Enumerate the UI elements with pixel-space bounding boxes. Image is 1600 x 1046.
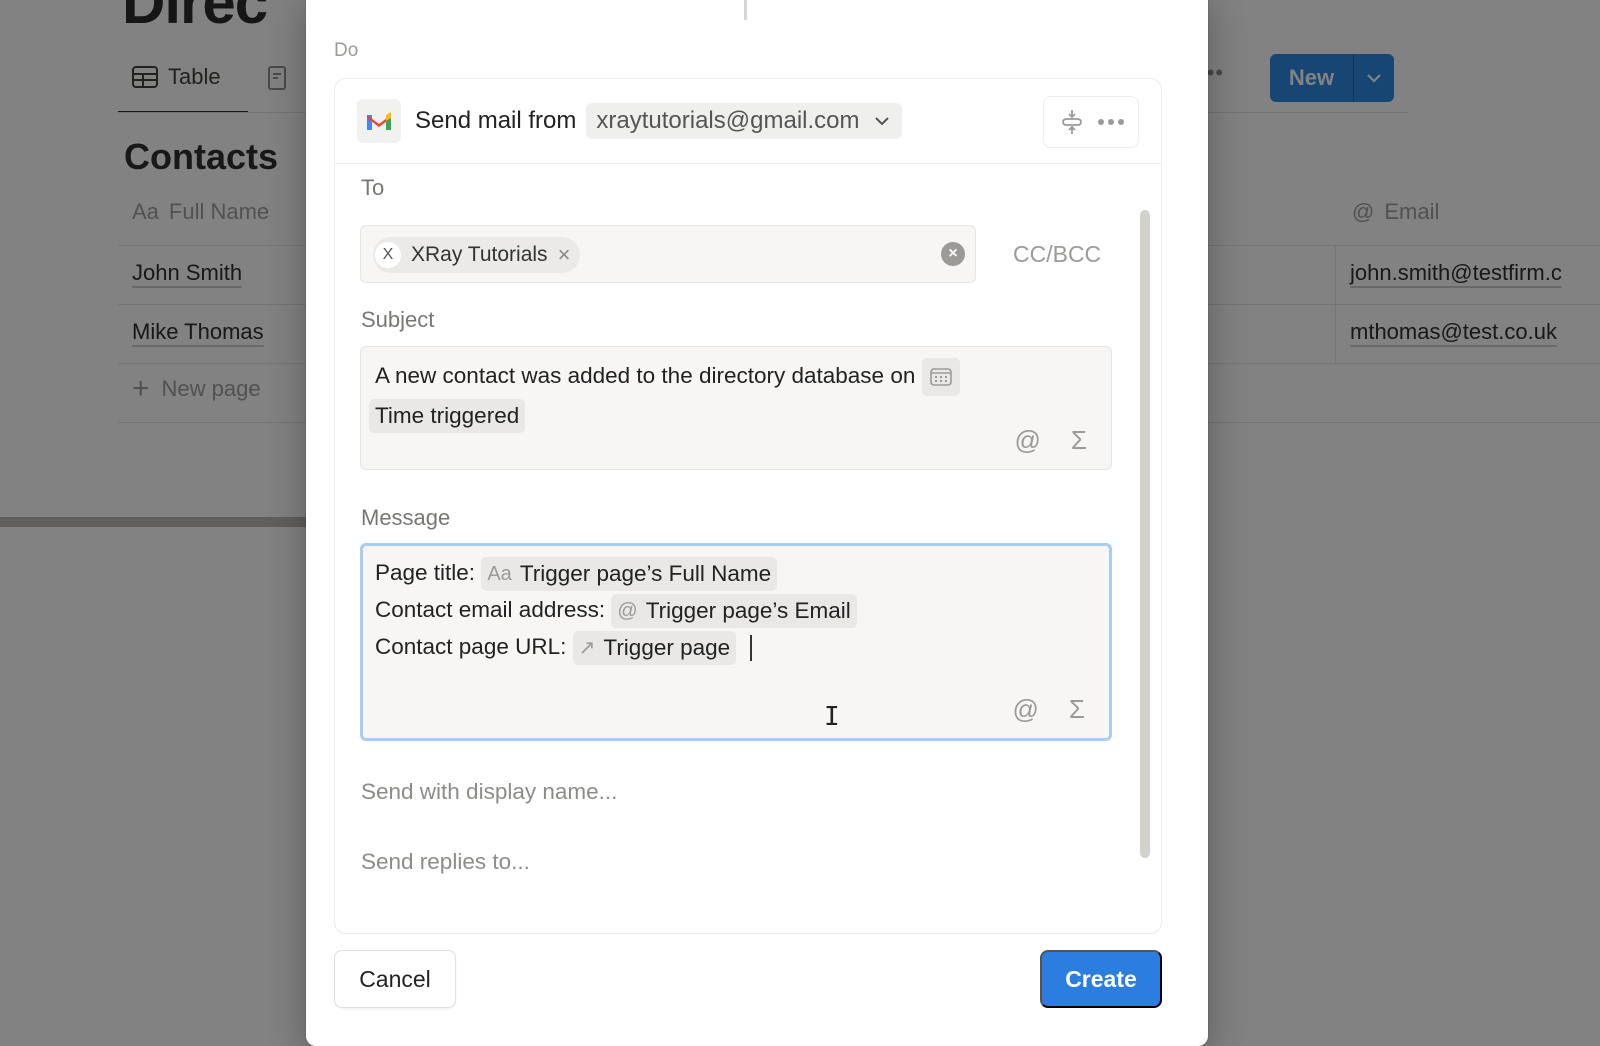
clear-recipients-icon[interactable]: × xyxy=(941,242,965,266)
remove-recipient-icon[interactable]: × xyxy=(558,244,571,266)
more-options-icon[interactable] xyxy=(1096,107,1126,137)
automation-action-modal: Do Send mail from xraytutorials@gmail.co… xyxy=(306,0,1208,1046)
message-tools: @ Σ xyxy=(1013,691,1085,728)
reply-to-input[interactable]: Send replies to... xyxy=(361,849,530,875)
to-label: To xyxy=(361,175,385,200)
text-cursor-icon: I xyxy=(824,702,840,732)
message-field[interactable]: Page title: Aa Trigger page’s Full Name … xyxy=(360,543,1112,741)
step-connector xyxy=(744,0,747,20)
time-triggered-token[interactable]: Time triggered xyxy=(369,399,526,434)
subject-text: A new contact was added to the directory… xyxy=(375,363,916,388)
message-line: Page title: Aa Trigger page’s Full Name xyxy=(375,554,1097,592)
subject-label: Subject xyxy=(361,307,435,332)
action-header: Send mail from xraytutorials@gmail.com xyxy=(335,79,1161,164)
mention-icon[interactable]: @ xyxy=(1013,691,1039,728)
message-line: Contact page URL: ↗ Trigger page xyxy=(375,628,1097,666)
recipient-chip[interactable]: X XRay Tutorials × xyxy=(373,237,581,273)
subject-field[interactable]: A new contact was added to the directory… xyxy=(360,346,1112,470)
email-token[interactable]: @ Trigger page’s Email xyxy=(611,594,857,629)
recipient-avatar: X xyxy=(375,242,401,268)
from-account-dropdown[interactable]: xraytutorials@gmail.com xyxy=(586,103,902,139)
token-label: Trigger page’s Full Name xyxy=(519,561,772,587)
chevron-down-icon xyxy=(874,117,889,126)
formula-icon[interactable]: Σ xyxy=(1069,691,1085,728)
send-mail-from-label: Send mail from xyxy=(415,107,577,134)
recipient-name: XRay Tutorials xyxy=(411,243,548,266)
from-account-value: xraytutorials@gmail.com xyxy=(596,107,860,134)
display-name-input[interactable]: Send with display name... xyxy=(361,779,617,805)
email-type-icon: @ xyxy=(617,600,638,623)
message-line-prefix: Page title: xyxy=(375,560,476,585)
message-line-prefix: Contact page URL: xyxy=(375,634,567,660)
gmail-icon xyxy=(357,99,401,143)
arrow-up-right-icon: ↗ xyxy=(578,637,596,660)
text-type-icon: Aa xyxy=(487,563,512,586)
to-field[interactable]: X XRay Tutorials × × xyxy=(360,225,976,283)
message-line-prefix: Contact email address: xyxy=(375,597,606,623)
do-section-label: Do xyxy=(334,40,359,61)
token-label: Trigger page’s Email xyxy=(645,598,851,624)
send-mail-action-card: Send mail from xraytutorials@gmail.com T… xyxy=(334,78,1162,934)
message-line: Contact email address: @ Trigger page’s … xyxy=(375,591,1097,629)
message-label: Message xyxy=(361,505,451,530)
mention-icon[interactable]: @ xyxy=(1015,421,1041,459)
calendar-icon xyxy=(921,358,960,397)
formula-icon[interactable]: Σ xyxy=(1071,421,1087,459)
token-label: Time triggered xyxy=(375,403,520,429)
scrollbar[interactable] xyxy=(1140,210,1150,858)
cancel-button[interactable]: Cancel xyxy=(334,950,456,1008)
full-name-token[interactable]: Aa Trigger page’s Full Name xyxy=(481,557,778,592)
action-header-toolbar xyxy=(1043,96,1139,148)
cc-bcc-button[interactable]: CC/BCC xyxy=(1013,241,1101,268)
token-label: Trigger page xyxy=(603,635,731,661)
text-caret xyxy=(750,635,753,662)
collapse-icon[interactable] xyxy=(1057,107,1087,137)
create-button[interactable]: Create xyxy=(1040,950,1162,1008)
subject-tools: @ Σ xyxy=(1015,421,1087,459)
page-link-token[interactable]: ↗ Trigger page xyxy=(572,631,737,666)
